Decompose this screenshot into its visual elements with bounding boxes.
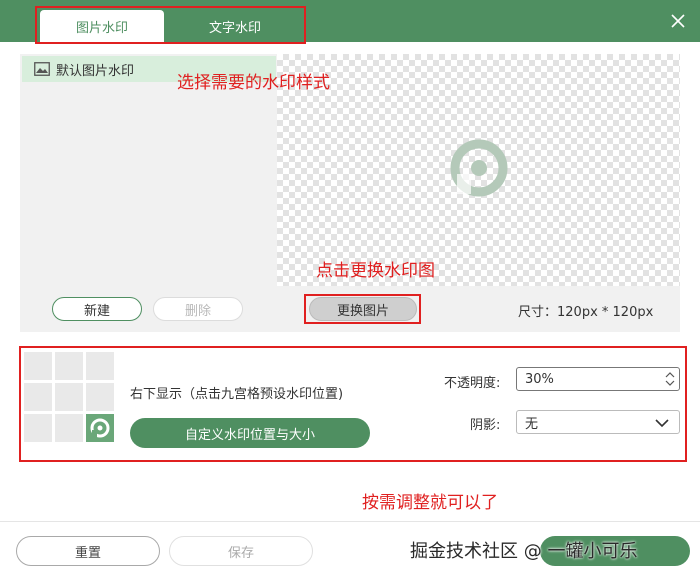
grid-cell-bottom-right[interactable] — [86, 414, 114, 442]
stepper-arrows-icon[interactable] — [665, 370, 675, 388]
image-icon — [34, 62, 50, 76]
new-button[interactable]: 新建 — [52, 297, 142, 321]
close-icon[interactable] — [670, 13, 686, 29]
reset-button[interactable]: 重置 — [16, 536, 160, 566]
grid-cell-top-center[interactable] — [55, 352, 83, 380]
grid-cell-top-right[interactable] — [86, 352, 114, 380]
tab-image-watermark[interactable]: 图片水印 — [40, 10, 164, 42]
grid-cell-middle-left[interactable] — [24, 383, 52, 411]
shadow-value: 无 — [525, 416, 539, 432]
grid-cell-bottom-left[interactable] — [24, 414, 52, 442]
tab-text-watermark[interactable]: 文字水印 — [170, 10, 300, 42]
site-watermark: 掘金技术社区 @ 一罐小可乐 — [410, 541, 638, 562]
custom-position-button[interactable]: 自定义水印位置与大小 — [130, 418, 370, 448]
position-label: 右下显示（点击九宫格预设水印位置) — [130, 387, 344, 402]
grid-cell-middle-right[interactable] — [86, 383, 114, 411]
shadow-label: 阴影: — [470, 418, 501, 433]
grid-cell-center[interactable] — [55, 383, 83, 411]
shadow-select[interactable]: 无 — [516, 410, 680, 434]
opacity-value: 30% — [525, 371, 554, 387]
list-item-label: 默认图片水印 — [56, 63, 135, 79]
watermark-preview — [277, 54, 680, 286]
footer-divider — [0, 521, 700, 522]
grid-cell-bottom-center[interactable] — [55, 414, 83, 442]
delete-button[interactable]: 删除 — [153, 297, 243, 321]
opacity-stepper[interactable]: 30% — [516, 367, 680, 391]
watermark-logo-icon — [450, 139, 508, 197]
annotation-adjust: 按需调整就可以了 — [362, 493, 498, 513]
change-image-button[interactable]: 更换图片 — [309, 297, 417, 321]
position-grid — [24, 352, 116, 444]
opacity-label: 不透明度: — [444, 376, 501, 391]
grid-cell-top-left[interactable] — [24, 352, 52, 380]
watermark-logo-icon — [90, 418, 110, 438]
annotation-select-style: 选择需要的水印样式 — [177, 73, 330, 93]
chevron-down-icon — [655, 419, 669, 428]
size-label: 尺寸：120px * 120px — [518, 305, 654, 320]
save-button[interactable]: 保存 — [169, 536, 313, 566]
annotation-change-image: 点击更换水印图 — [316, 261, 435, 281]
